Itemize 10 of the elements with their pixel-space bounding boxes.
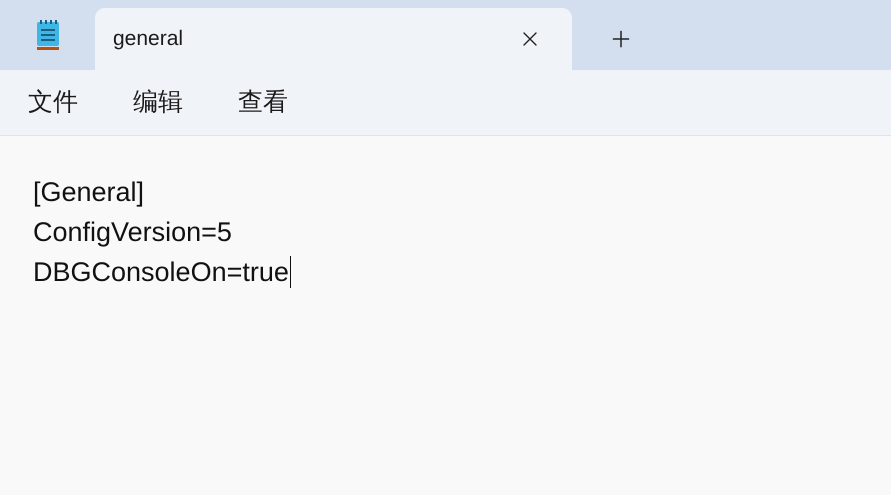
text-line: [General] (33, 176, 144, 209)
tab-title: general (113, 26, 184, 52)
document-tab[interactable]: general (95, 8, 572, 70)
menu-item[interactable]: 文件 (14, 80, 92, 126)
menu-item[interactable]: 编辑 (119, 80, 197, 126)
menu-item[interactable]: 查看 (224, 80, 302, 126)
text-line: DBGConsoleOn=true (33, 256, 289, 289)
text-caret (290, 256, 291, 288)
text-line: ConfigVersion=5 (33, 216, 232, 249)
notepad-icon (34, 19, 60, 51)
